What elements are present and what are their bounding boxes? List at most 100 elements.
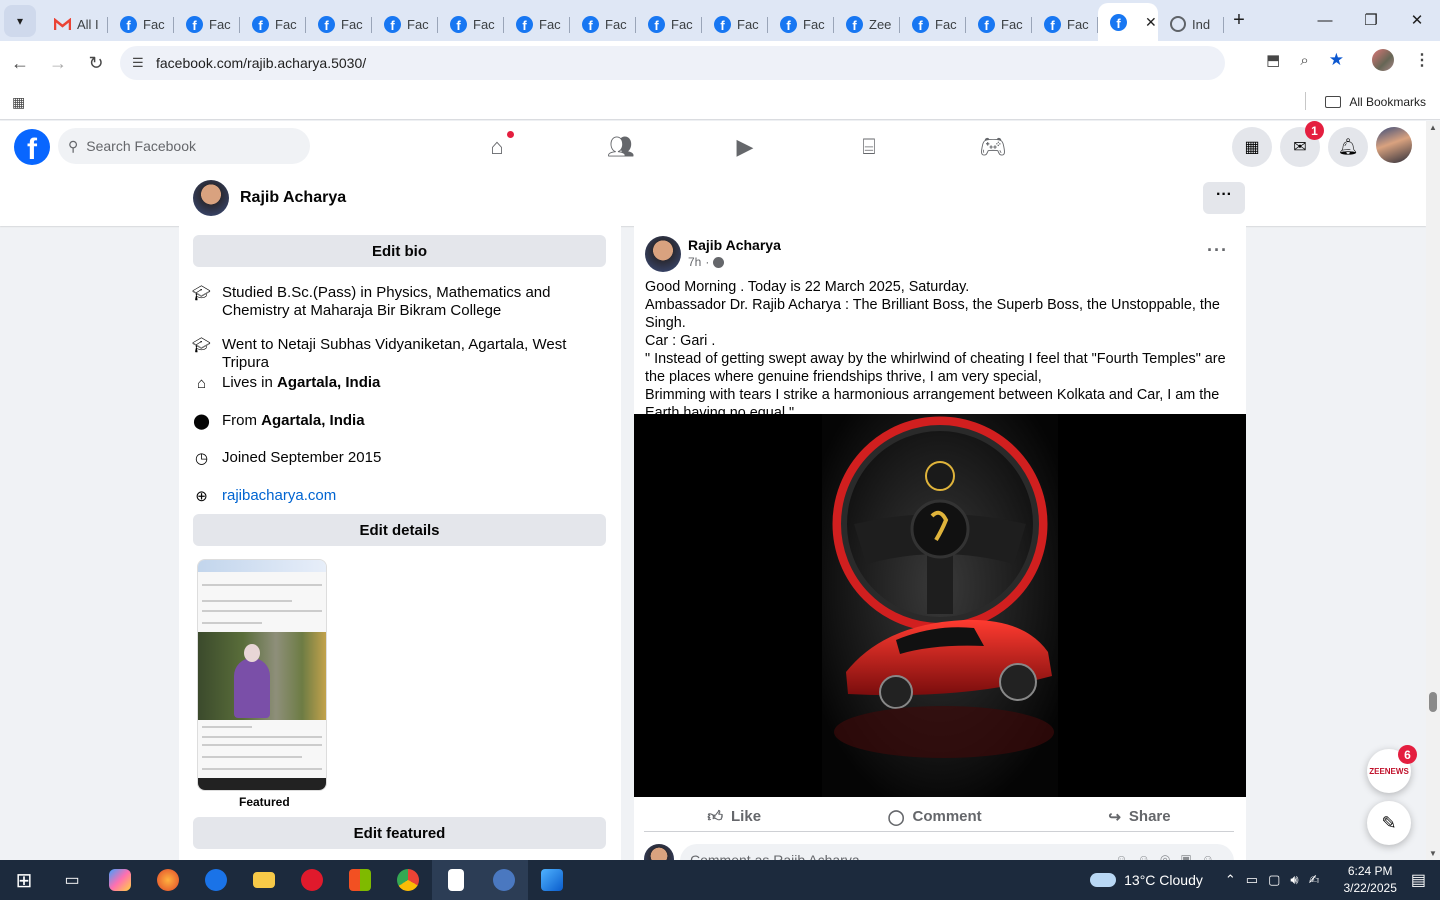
menu-grid-button[interactable]: ▦: [1232, 127, 1272, 167]
address-bar[interactable]: ☰ facebook.com/rajib.acharya.5030/: [120, 46, 1225, 80]
home-tab[interactable]: ⌂: [435, 121, 559, 173]
minimize-icon[interactable]: —: [1302, 0, 1348, 40]
display-icon[interactable]: ▢: [1268, 872, 1280, 888]
facebook-icon: f: [846, 15, 863, 33]
task-view-icon[interactable]: ▭: [48, 860, 96, 900]
tab-search-chevron-icon[interactable]: ▾: [4, 4, 36, 37]
account-avatar[interactable]: [1376, 127, 1412, 163]
video-tab[interactable]: ▶︎: [683, 121, 807, 173]
volume-icon[interactable]: 🔊︎: [1290, 872, 1298, 888]
browser-tab[interactable]: f Zee: [834, 7, 900, 41]
featured-thumbnail[interactable]: [197, 559, 327, 791]
browser-tab[interactable]: All I: [42, 7, 108, 41]
firefox-icon[interactable]: [144, 860, 192, 900]
browser-menu-icon[interactable]: ⋮: [1414, 50, 1430, 70]
pen-icon[interactable]: ✍︎: [1309, 872, 1320, 888]
browser-tab[interactable]: f Fac: [240, 7, 306, 41]
profile-name[interactable]: Rajib Acharya: [240, 189, 346, 207]
edit-details-button[interactable]: Edit details: [193, 514, 606, 546]
browser-tab[interactable]: f Fac: [900, 7, 966, 41]
new-message-button[interactable]: ✎: [1367, 801, 1411, 845]
browser-tab[interactable]: f Fac: [570, 7, 636, 41]
bookmark-star-icon[interactable]: ★: [1329, 50, 1344, 70]
browser-tab[interactable]: f Fac: [1032, 7, 1098, 41]
url-text[interactable]: facebook.com/rajib.acharya.5030/: [156, 55, 366, 71]
all-bookmarks-button[interactable]: All Bookmarks: [1305, 92, 1426, 110]
browser-tab[interactable]: f Fac: [174, 7, 240, 41]
notification-center-icon[interactable]: ▤: [1411, 870, 1426, 890]
file-explorer-icon[interactable]: [240, 860, 288, 900]
new-tab-button[interactable]: +: [1224, 9, 1254, 32]
site-info-icon[interactable]: ☰: [132, 55, 156, 71]
taskbar-clock[interactable]: 6:24 PM 3/22/2025: [1343, 863, 1396, 897]
reload-icon[interactable]: ↻: [78, 45, 114, 81]
forward-icon[interactable]: →: [40, 45, 76, 81]
chrome-icon[interactable]: [384, 860, 432, 900]
browser-tab[interactable]: f Fac: [108, 7, 174, 41]
photos-icon[interactable]: [528, 860, 576, 900]
scroll-up-icon[interactable]: ▲: [1429, 123, 1437, 132]
apps-grid-icon[interactable]: ▦: [12, 94, 25, 111]
browser-tab[interactable]: f Fac: [702, 7, 768, 41]
browser-tab[interactable]: f ✕: [1098, 3, 1158, 41]
messenger-button[interactable]: ✉ 1: [1280, 121, 1324, 167]
comment-tools-icons[interactable]: ☺☺◎▣☺: [1115, 852, 1224, 860]
lives-place[interactable]: Agartala, India: [277, 374, 380, 391]
install-app-icon[interactable]: ⬒: [1266, 51, 1280, 69]
facebook-logo-icon[interactable]: f: [14, 129, 50, 165]
like-icon: 👍︎: [707, 807, 724, 825]
app-running-icon[interactable]: [480, 860, 528, 900]
browser-tab[interactable]: f Fac: [636, 7, 702, 41]
facebook-search-input[interactable]: ⚲ Search Facebook: [58, 128, 310, 164]
edit-featured-button[interactable]: Edit featured: [193, 817, 606, 849]
close-tab-icon[interactable]: ✕: [1145, 14, 1157, 31]
browser-tab[interactable]: f Fac: [966, 7, 1032, 41]
zee-news-chat-head[interactable]: ZEENEWS 6: [1367, 745, 1417, 793]
post-image[interactable]: [634, 414, 1246, 797]
like-button[interactable]: 👍︎ Like: [707, 808, 761, 826]
browser-tab[interactable]: Ind: [1158, 7, 1224, 41]
app-icon[interactable]: [192, 860, 240, 900]
notifications-button[interactable]: 🔔︎: [1328, 127, 1368, 167]
browser-tab[interactable]: f Fac: [306, 7, 372, 41]
page-scrollbar[interactable]: ▲ ▼: [1426, 121, 1440, 860]
post-author-name[interactable]: Rajib Acharya: [688, 237, 781, 253]
marketplace-tab[interactable]: ⌸: [807, 121, 931, 173]
from-place[interactable]: Agartala, India: [261, 412, 364, 429]
comment-button[interactable]: ◯ Comment: [888, 808, 982, 826]
intro-joined: ◷ Joined September 2015: [193, 449, 593, 467]
browser-tab[interactable]: f Fac: [372, 7, 438, 41]
profile-more-button[interactable]: ···: [1203, 182, 1245, 214]
chevron-up-icon[interactable]: ⌃: [1225, 872, 1236, 888]
windows-start-icon[interactable]: ⊞: [0, 860, 48, 900]
copilot-icon[interactable]: [96, 860, 144, 900]
tray-icons[interactable]: ⌃ ▭ ▢ 🔊︎ ✍︎: [1225, 872, 1320, 888]
network-icon[interactable]: ▭: [1246, 872, 1258, 888]
browser-tab[interactable]: f Fac: [504, 7, 570, 41]
back-icon[interactable]: ←: [2, 45, 38, 81]
browser-tab[interactable]: f Fac: [438, 7, 504, 41]
zoom-icon[interactable]: ⌕: [1300, 52, 1308, 69]
profile-avatar-small[interactable]: [193, 180, 229, 216]
edit-bio-button[interactable]: Edit bio: [193, 235, 606, 267]
facebook-top-nav: f ⚲ Search Facebook ⌂ 👥︎ ▶︎ ⌸ 🎮︎ ▦ ✉ 1 🔔…: [0, 121, 1426, 173]
profile-avatar[interactable]: [1372, 49, 1394, 71]
close-window-icon[interactable]: ✕: [1394, 0, 1440, 40]
website-link[interactable]: rajibacharya.com: [222, 487, 336, 505]
friends-tab[interactable]: 👥︎: [559, 121, 683, 173]
maximize-icon[interactable]: ❐: [1348, 0, 1394, 40]
cloud-icon: [1090, 873, 1117, 887]
opera-icon[interactable]: [288, 860, 336, 900]
scroll-down-icon[interactable]: ▼: [1429, 849, 1437, 858]
scroll-thumb[interactable]: [1429, 692, 1437, 712]
gaming-tab[interactable]: 🎮︎: [931, 121, 1055, 173]
notepad-icon[interactable]: [432, 860, 480, 900]
browser-tab[interactable]: f Fac: [768, 7, 834, 41]
microsoft-store-icon[interactable]: [336, 860, 384, 900]
post-author-avatar[interactable]: [645, 236, 681, 272]
facebook-icon: f: [1044, 15, 1061, 33]
post-time[interactable]: 7h: [688, 255, 701, 269]
share-button[interactable]: ↪ Share: [1108, 808, 1170, 826]
weather-text[interactable]: 13°C Cloudy: [1124, 872, 1203, 888]
post-options-icon[interactable]: ···: [1207, 240, 1228, 261]
